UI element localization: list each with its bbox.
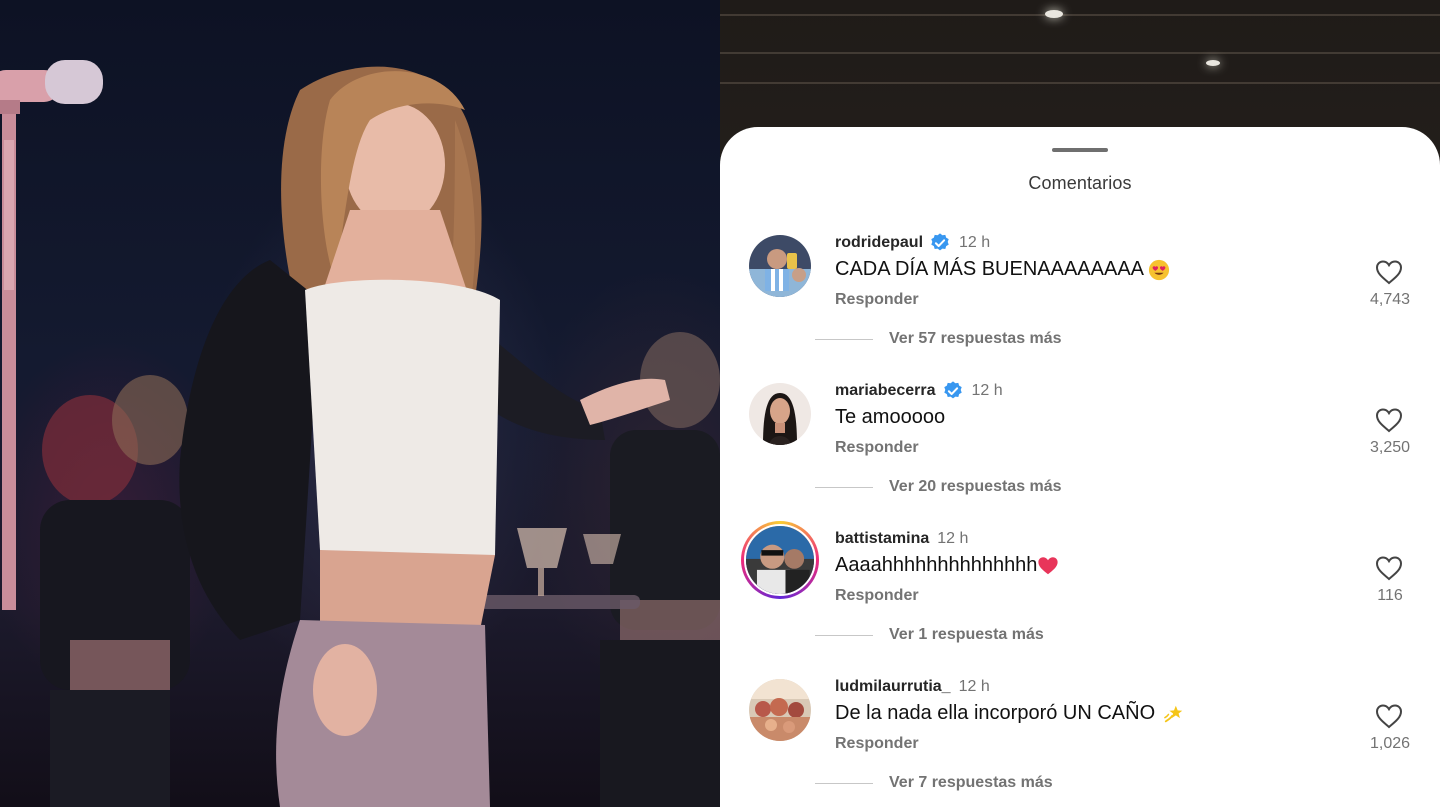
comment-text: Te amooooo: [835, 406, 945, 429]
comment-item: mariabecerra 12 h Te amooooo Responder 3…: [720, 381, 1440, 523]
dancer-left: [40, 375, 190, 807]
timestamp: 12 h: [959, 234, 991, 251]
avatar-story-ring[interactable]: [741, 521, 819, 599]
avatar-image: [746, 526, 814, 594]
avatar-image: [749, 235, 811, 297]
username[interactable]: battistamina: [835, 530, 929, 548]
ceiling-light: [1206, 60, 1220, 66]
like-count: 116: [1377, 587, 1403, 604]
verified-badge-icon: [931, 233, 949, 251]
comment-item: battistamina 12 h Aaaahhhhhhhhhhhhhh Res…: [720, 521, 1440, 671]
like-button[interactable]: [1367, 259, 1411, 285]
comment-body: Aaaahhhhhhhhhhhhhh: [835, 554, 1038, 576]
comment-item: ludmilaurrutia_ 12 h De la nada ella inc…: [720, 678, 1440, 807]
view-replies[interactable]: Ver 20 respuestas más: [815, 478, 1062, 496]
timestamp: 12 h: [937, 530, 969, 547]
concert-photo: [0, 0, 720, 807]
avatar[interactable]: [749, 235, 811, 297]
replies-divider: [815, 338, 873, 340]
heart-outline-icon: [1375, 556, 1403, 581]
comments-screenshot: Comentarios rodridepaul 12 h CADA DÍA MÁ…: [720, 0, 1440, 807]
view-replies-label[interactable]: Ver 57 respuestas más: [889, 330, 1062, 348]
ceiling-beam: [720, 82, 1440, 84]
view-replies-label[interactable]: Ver 20 respuestas más: [889, 478, 1062, 496]
timestamp: 12 h: [971, 382, 1003, 399]
replies-divider: [815, 486, 873, 488]
like-button[interactable]: [1367, 407, 1411, 433]
like-count: 3,250: [1369, 439, 1411, 456]
reply-button[interactable]: Responder: [835, 735, 919, 753]
like-button[interactable]: [1367, 555, 1411, 581]
avatar-image: [749, 679, 811, 741]
view-replies[interactable]: Ver 1 respuesta más: [815, 626, 1044, 644]
username[interactable]: ludmilaurrutia_: [835, 678, 951, 696]
heart-eyes-emoji-icon: [1148, 259, 1170, 280]
reply-button[interactable]: Responder: [835, 291, 919, 309]
like-count: 4,743: [1369, 291, 1411, 308]
avatar[interactable]: [749, 383, 811, 445]
like-button[interactable]: [1367, 703, 1411, 729]
avatar: [744, 524, 816, 596]
comment-text: CADA DÍA MÁS BUENAAAAAAAA: [835, 258, 1170, 281]
like-count: 1,026: [1369, 735, 1411, 752]
comments-sheet: Comentarios rodridepaul 12 h CADA DÍA MÁ…: [720, 127, 1440, 807]
avatar[interactable]: [749, 679, 811, 741]
reply-button[interactable]: Responder: [835, 587, 919, 605]
replies-divider: [815, 782, 873, 784]
comment-body: CADA DÍA MÁS BUENAAAAAAAA: [835, 258, 1144, 280]
heart-outline-icon: [1375, 704, 1403, 729]
comment-text: De la nada ella incorporó UN CAÑO: [835, 702, 1185, 725]
comment-item: rodridepaul 12 h CADA DÍA MÁS BUENAAAAAA…: [720, 233, 1440, 375]
ceiling-beam: [720, 52, 1440, 54]
username[interactable]: rodridepaul: [835, 234, 923, 252]
reply-button[interactable]: Responder: [835, 439, 919, 457]
comment-text: Aaaahhhhhhhhhhhhhh: [835, 554, 1059, 577]
comment-body: Te amooooo: [835, 406, 946, 428]
view-replies[interactable]: Ver 7 respuestas más: [815, 774, 1053, 792]
verified-badge-icon: [943, 381, 962, 399]
username[interactable]: mariabecerra: [835, 382, 936, 400]
view-replies[interactable]: Ver 57 respuestas más: [815, 330, 1062, 348]
ceiling-light: [1045, 10, 1063, 18]
avatar-image: [749, 383, 811, 445]
replies-divider: [815, 634, 873, 636]
heart-outline-icon: [1375, 260, 1403, 285]
timestamp: 12 h: [958, 678, 990, 695]
comment-body: De la nada ella incorporó UN CAÑO: [835, 702, 1156, 724]
drag-handle[interactable]: [1052, 148, 1108, 152]
sheet-title: Comentarios: [1028, 173, 1132, 193]
performer: [179, 66, 670, 807]
view-replies-label[interactable]: Ver 1 respuesta más: [889, 626, 1044, 644]
ceiling-beam: [720, 14, 1440, 16]
view-replies-label[interactable]: Ver 7 respuestas más: [889, 774, 1053, 792]
heart-outline-icon: [1375, 408, 1403, 433]
dizzy-emoji-icon: [1164, 705, 1183, 722]
stage-illustration: [0, 60, 720, 807]
red-heart-emoji-icon: [1038, 556, 1059, 574]
